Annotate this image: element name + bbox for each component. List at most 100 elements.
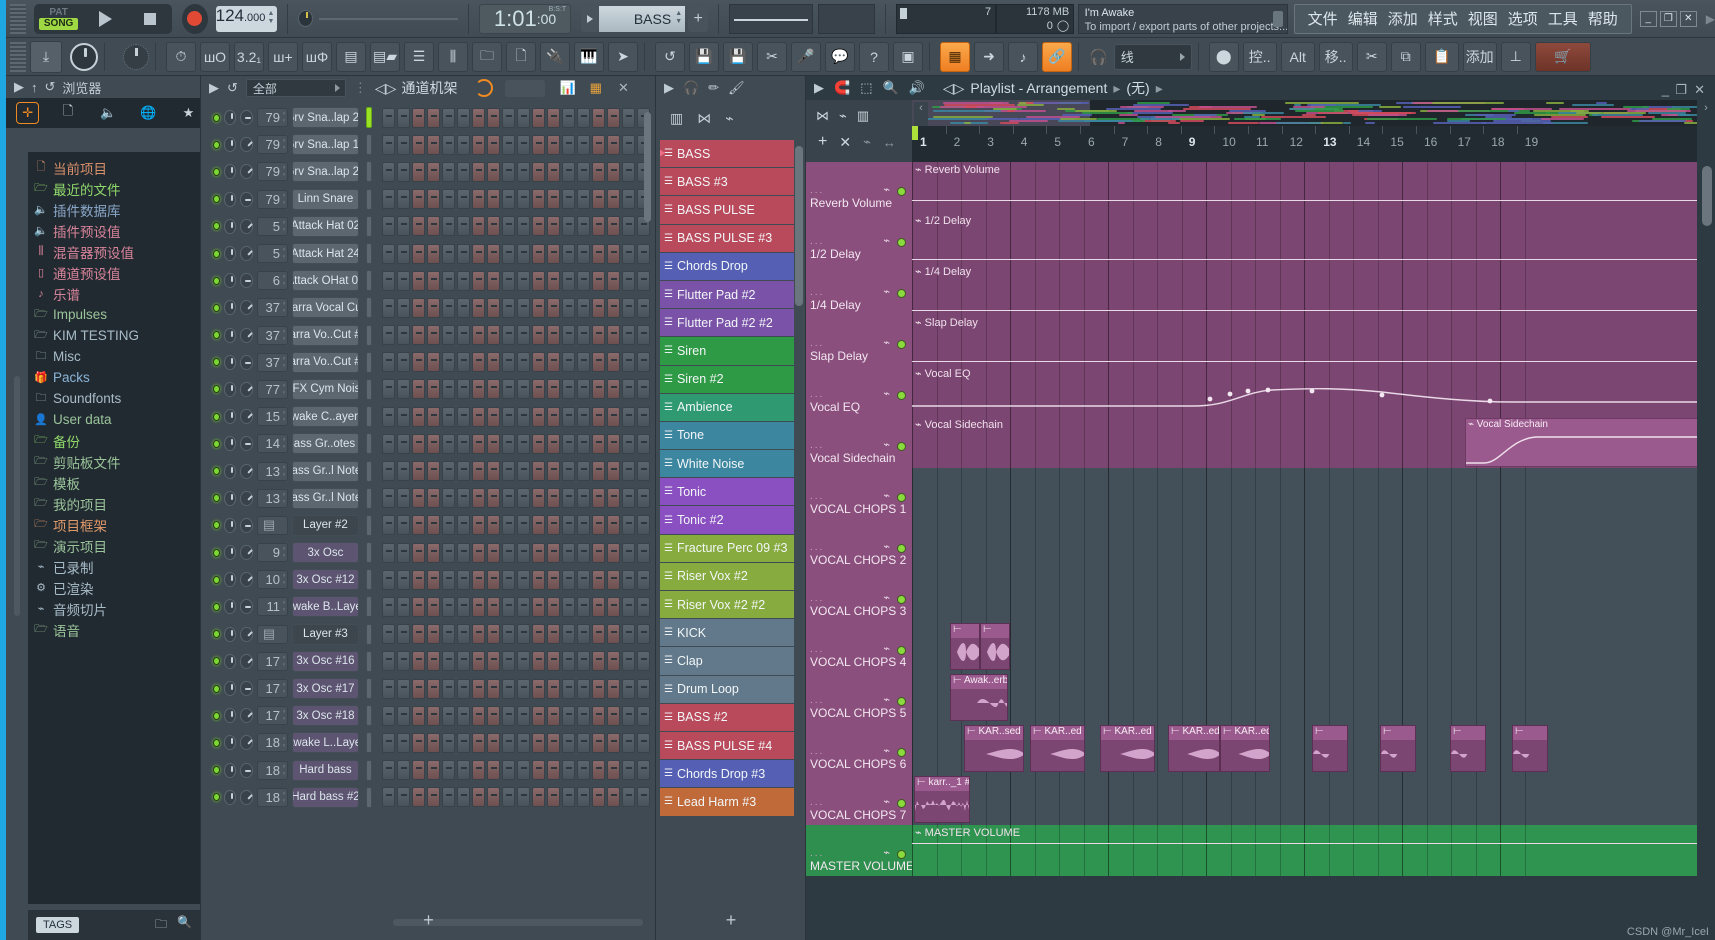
step-button[interactable] bbox=[487, 515, 500, 535]
channel-mixer-number[interactable]: 79 › ‹ bbox=[257, 108, 288, 127]
step-button[interactable] bbox=[487, 434, 500, 454]
mixer-track[interactable]: ☰ Tonic #2 bbox=[660, 506, 794, 533]
channel-volume-knob[interactable] bbox=[240, 219, 253, 234]
pointer-icon[interactable]: ➤ bbox=[608, 42, 638, 72]
channel-mixer-number[interactable]: 18 › ‹ bbox=[257, 788, 288, 807]
expand-arrow-icon[interactable]: ▶ bbox=[1706, 12, 1715, 26]
cut-icon[interactable]: ✂ bbox=[757, 42, 787, 72]
channel-volume-knob[interactable] bbox=[240, 300, 253, 315]
channel-mixer-number[interactable]: 79 › ‹ bbox=[257, 135, 288, 154]
arrow-right-icon[interactable]: ➜ bbox=[974, 42, 1004, 72]
cut-button[interactable]: ✂ bbox=[1357, 42, 1387, 72]
track-wave-icon[interactable]: ⌁ bbox=[883, 795, 890, 808]
channel-select-marker[interactable] bbox=[366, 297, 372, 318]
playlist-track-lane[interactable] bbox=[912, 468, 1697, 519]
step-button[interactable] bbox=[487, 624, 500, 644]
track-wave-icon[interactable]: ⌁ bbox=[883, 336, 890, 349]
step-button[interactable] bbox=[547, 135, 560, 155]
channel-select-marker[interactable] bbox=[366, 488, 372, 509]
track-enable-led[interactable] bbox=[897, 442, 906, 451]
step-button[interactable] bbox=[592, 488, 605, 508]
step-button[interactable] bbox=[397, 488, 410, 508]
channel-select-marker[interactable] bbox=[366, 569, 372, 590]
track-menu-dots-icon[interactable]: ... bbox=[810, 695, 824, 706]
step-button[interactable] bbox=[442, 733, 455, 753]
step-button[interactable] bbox=[442, 271, 455, 291]
step-button[interactable] bbox=[592, 298, 605, 318]
step-button[interactable] bbox=[592, 679, 605, 699]
step-button[interactable] bbox=[562, 162, 575, 182]
step-button[interactable] bbox=[382, 733, 395, 753]
channel-mixer-number[interactable]: 77 › ‹ bbox=[257, 380, 288, 399]
step-button[interactable] bbox=[397, 461, 410, 481]
add-track-button[interactable]: + bbox=[818, 133, 827, 151]
automation-curve[interactable] bbox=[912, 361, 1697, 362]
step-button[interactable] bbox=[472, 189, 485, 209]
browser-tab-all[interactable]: ✛ bbox=[16, 102, 39, 124]
channel-select-marker[interactable] bbox=[366, 705, 372, 726]
main-volume-knob[interactable] bbox=[70, 43, 98, 71]
channel-pan-knob[interactable] bbox=[224, 382, 237, 397]
step-button[interactable] bbox=[637, 543, 650, 563]
snap-selector[interactable]: 线 bbox=[1114, 44, 1192, 70]
step-button[interactable] bbox=[457, 135, 470, 155]
step-button[interactable] bbox=[472, 570, 485, 590]
step-button[interactable] bbox=[577, 216, 590, 236]
step-button[interactable] bbox=[577, 651, 590, 671]
track-wave-icon[interactable]: ⌁ bbox=[883, 234, 890, 247]
step-button[interactable] bbox=[607, 108, 620, 128]
step-button[interactable] bbox=[547, 379, 560, 399]
step-button[interactable] bbox=[427, 271, 440, 291]
pattern-name-field[interactable]: BASS ▲ ▼ bbox=[599, 6, 685, 32]
step-button[interactable] bbox=[592, 733, 605, 753]
track-enable-led[interactable] bbox=[897, 391, 906, 400]
step-button[interactable] bbox=[577, 461, 590, 481]
playlist-track-lane[interactable]: ⊢ KAR..sed ⊢ KAR..ed ⊢ KAR..ed ⊢ KAR..ed ⊢ K… bbox=[912, 723, 1697, 774]
step-button[interactable] bbox=[382, 325, 395, 345]
step-button[interactable] bbox=[547, 733, 560, 753]
channel-select-marker[interactable] bbox=[366, 161, 372, 182]
step-button[interactable] bbox=[442, 379, 455, 399]
channel-row[interactable]: 18 › ‹ Hard bass #2 bbox=[207, 784, 650, 811]
step-button[interactable] bbox=[637, 706, 650, 726]
record-mic-icon[interactable]: 🎤 bbox=[791, 42, 821, 72]
step-button[interactable] bbox=[547, 651, 560, 671]
step-button[interactable] bbox=[622, 216, 635, 236]
toolbar2-grip[interactable] bbox=[10, 42, 26, 72]
browser-item-14[interactable]: 🗁 剪贴板文件 bbox=[28, 451, 200, 472]
browser-item-9[interactable]: 🗀 Misc bbox=[28, 346, 200, 367]
channel-pan-knob[interactable] bbox=[224, 328, 237, 343]
step-button[interactable] bbox=[622, 135, 635, 155]
step-button[interactable] bbox=[562, 271, 575, 291]
rack-close-icon[interactable]: ✕ bbox=[618, 80, 629, 96]
step-button[interactable] bbox=[397, 244, 410, 264]
step-button[interactable] bbox=[607, 216, 620, 236]
channel-select-marker[interactable] bbox=[366, 352, 372, 373]
channel-name-button[interactable]: Layer #3 bbox=[292, 624, 359, 645]
track-enable-led[interactable] bbox=[897, 595, 906, 604]
channel-mixer-number[interactable]: 9 › ‹ bbox=[257, 543, 288, 562]
step-button[interactable] bbox=[442, 325, 455, 345]
overview-scroll-right[interactable]: › bbox=[1699, 102, 1713, 126]
browser-collapse-icon[interactable]: ▶ bbox=[14, 79, 24, 95]
step-button[interactable] bbox=[547, 624, 560, 644]
channel-volume-knob[interactable] bbox=[240, 436, 253, 451]
save-as-icon[interactable]: 💾 bbox=[723, 42, 753, 72]
step-button[interactable] bbox=[622, 379, 635, 399]
step-button[interactable] bbox=[577, 543, 590, 563]
channel-pan-knob[interactable] bbox=[224, 708, 237, 723]
mixer-pencil-icon[interactable]: ✏ bbox=[708, 80, 719, 96]
audio-clip[interactable]: ⊢ bbox=[950, 623, 980, 670]
step-button[interactable] bbox=[472, 108, 485, 128]
step-button[interactable] bbox=[397, 706, 410, 726]
step-button[interactable] bbox=[397, 352, 410, 372]
browser-tab-web[interactable]: 🌐 bbox=[137, 102, 160, 124]
step-button[interactable] bbox=[502, 325, 515, 345]
step-button[interactable] bbox=[412, 733, 425, 753]
step-button[interactable] bbox=[547, 515, 560, 535]
step-button[interactable] bbox=[442, 570, 455, 590]
playlist-track-lane[interactable]: ⌁ MASTER VOLUME bbox=[912, 825, 1697, 876]
step-button[interactable] bbox=[427, 515, 440, 535]
track-enable-led[interactable] bbox=[897, 340, 906, 349]
step-button[interactable] bbox=[517, 135, 530, 155]
